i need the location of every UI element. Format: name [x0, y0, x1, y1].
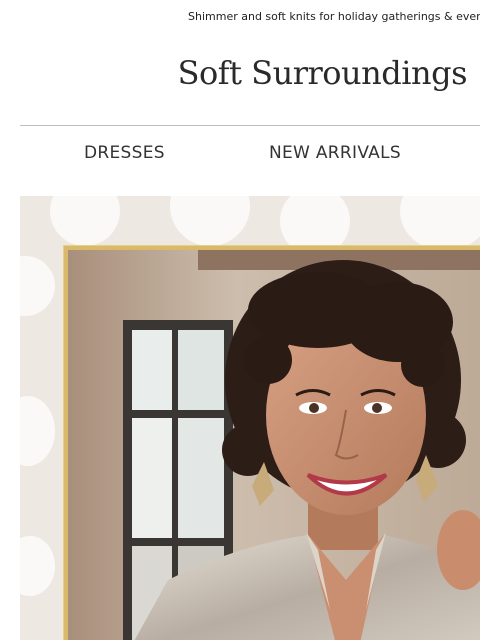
- bokeh-light: [170, 196, 250, 246]
- preheader-bar: Shimmer and soft knits for holiday gathe…: [0, 9, 480, 25]
- header-divider: [20, 125, 480, 126]
- gold-frame: [64, 246, 480, 640]
- main-nav: DRESSES NEW ARRIVALS: [0, 143, 480, 171]
- bokeh-light: [50, 196, 120, 246]
- brand-logo[interactable]: Soft Surroundings: [178, 54, 468, 92]
- nav-item-dresses[interactable]: DRESSES: [84, 143, 165, 163]
- nav-item-new-arrivals[interactable]: NEW ARRIVALS: [269, 143, 401, 163]
- preheader-text: Shimmer and soft knits for holiday gathe…: [188, 10, 480, 23]
- bokeh-light: [20, 536, 55, 596]
- hero-banner[interactable]: [20, 196, 480, 640]
- hero-photo: [68, 250, 480, 640]
- bokeh-light: [20, 396, 55, 466]
- bokeh-light: [20, 256, 55, 316]
- bokeh-light: [400, 196, 480, 251]
